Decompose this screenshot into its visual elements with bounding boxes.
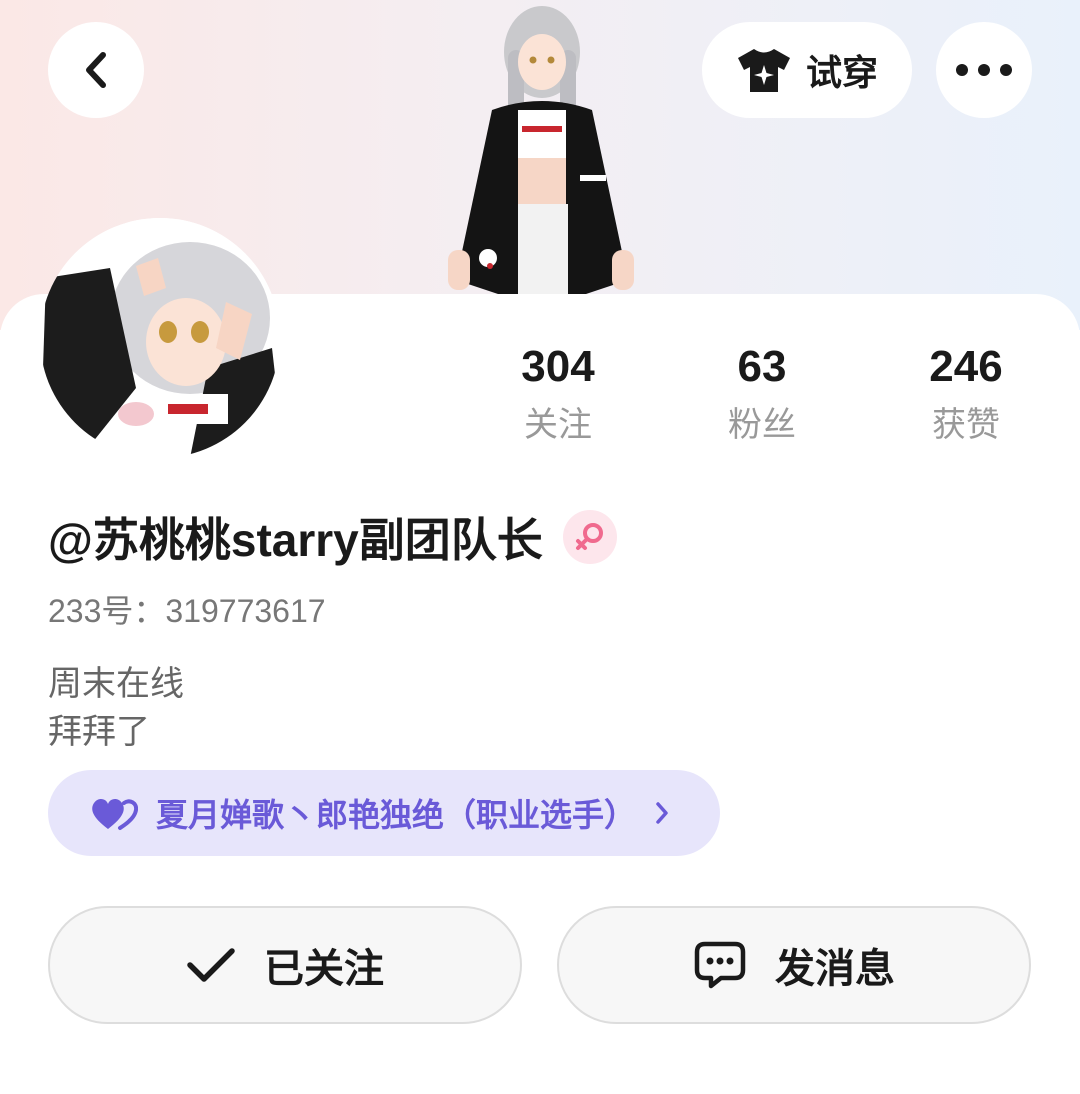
followers-label: 粉丝 [728,406,796,444]
back-button[interactable] [48,22,144,118]
username-row: @苏桃桃starry副团队长 [48,504,617,570]
following-count: 304 [521,342,595,391]
stat-followers[interactable]: 63 粉丝 [662,338,862,454]
chevron-right-icon [656,802,668,824]
followers-count: 63 [737,342,787,391]
try-on-label: 试穿 [805,52,878,93]
likes-count: 246 [929,342,1003,391]
tshirt-sparkle-icon [737,49,790,92]
double-heart-icon [92,798,138,830]
avatar-image [40,218,280,458]
bio-line-2: 拜拜了 [48,713,150,751]
check-icon [187,948,235,982]
female-icon [562,510,617,564]
stat-likes[interactable]: 246 获赞 [866,338,1066,454]
team-name: 夏月婵歌丶郎艳独绝（职业选手） [156,797,637,833]
more-options-button[interactable] [936,22,1032,118]
send-message-label: 发消息 [775,947,895,991]
followed-label: 已关注 [264,947,384,991]
chevron-left-icon [86,52,106,88]
username: @苏桃桃starry副团队长 [48,514,543,566]
bio-line-1: 周末在线 [48,665,184,703]
user-id: 233号：319773617 [48,593,326,629]
stat-following[interactable]: 304 关注 [458,338,658,454]
likes-label: 获赞 [932,406,1000,444]
send-message-button[interactable]: 发消息 [557,906,1031,1024]
more-dots-icon [956,64,1012,76]
profile-avatar[interactable] [40,218,280,458]
chat-bubble-icon [694,941,746,989]
followed-button[interactable]: 已关注 [48,906,522,1024]
following-label: 关注 [524,406,592,444]
try-on-button[interactable]: 试穿 [702,22,912,118]
3d-avatar-figure[interactable] [430,0,650,300]
team-link-button[interactable]: 夏月婵歌丶郎艳独绝（职业选手） [48,770,720,856]
